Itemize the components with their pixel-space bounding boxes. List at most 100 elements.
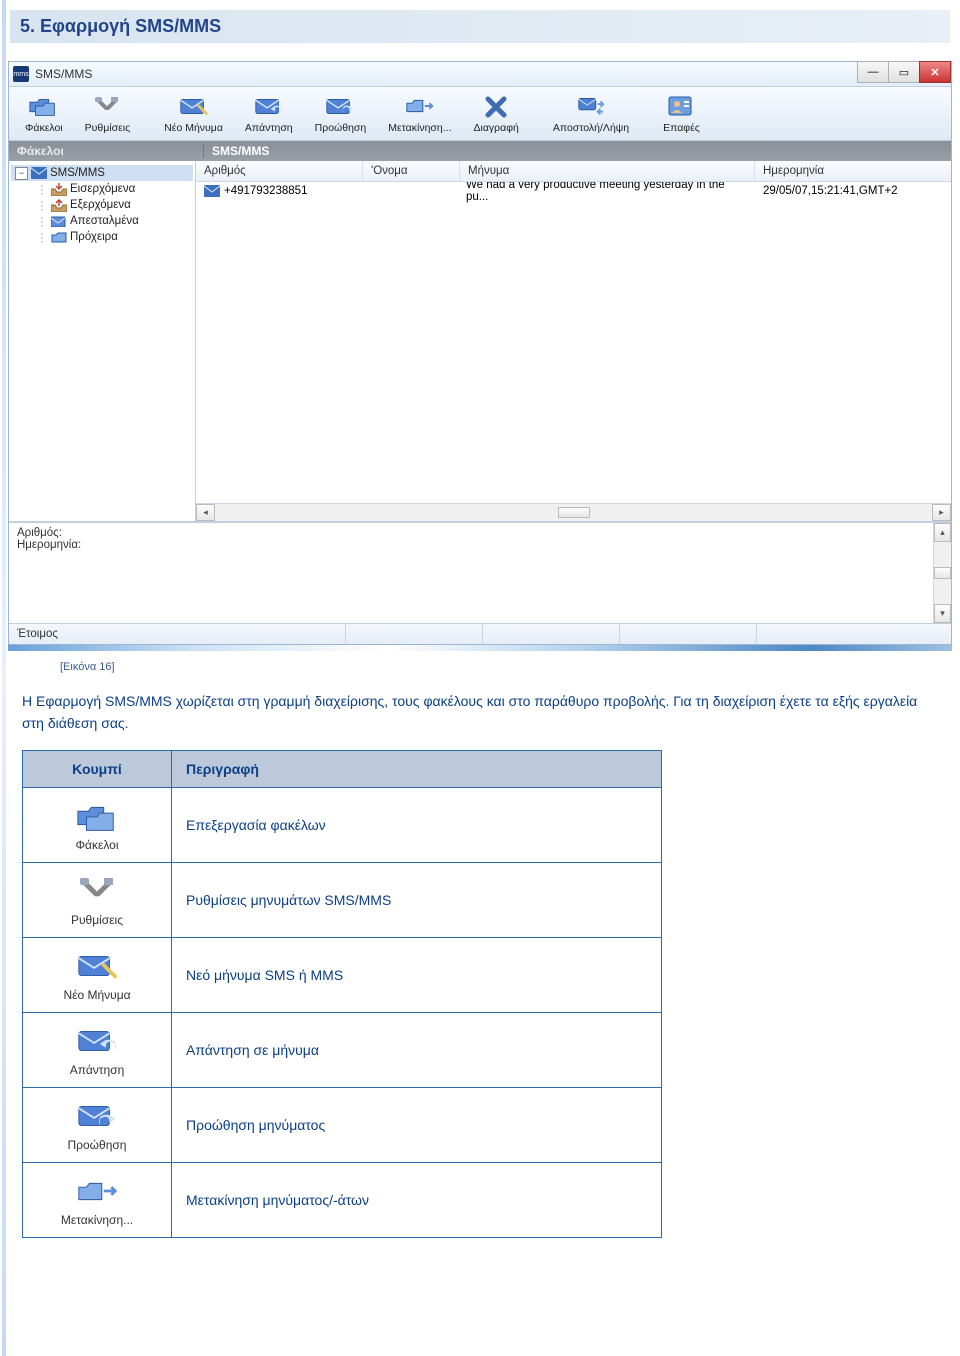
tree-label: Πρόχειρα [70,231,118,243]
tree-folder-drafts[interactable]: ⋮ Πρόχειρα [11,229,193,245]
cell-number: +491793238851 [224,185,307,197]
column-date[interactable]: Ημερομηνία [755,161,951,181]
toolbar-label: Νέο Μήνυμα [164,122,223,134]
toolbar-label: Απάντηση [245,122,293,134]
tree-label: SMS/MMS [50,167,105,179]
move-icon [75,1173,119,1209]
icon-caption: Απάντηση [70,1063,125,1077]
cell-date: 29/05/07,15:21:41,GMT+2 [755,185,951,197]
panel-header: Φάκελοι SMS/MMS [9,141,951,161]
send-receive-button[interactable]: Αποστολή/Λήψη [543,91,639,136]
outbox-icon [51,198,67,212]
reply-button[interactable]: Απάντηση [235,91,303,136]
new-message-button[interactable]: Νέο Μήνυμα [154,91,233,136]
toolbar-label: Ρυθμίσεις [85,122,131,134]
scroll-track[interactable] [215,505,932,520]
new-message-icon [178,93,210,119]
move-button[interactable]: Μετακίνηση... [378,91,461,136]
status-segment [757,624,951,644]
column-number[interactable]: Αριθμός [196,161,363,181]
move-icon [404,93,436,119]
table-row: Απάντηση Απάντηση σε μήνυμα [23,1013,662,1088]
table-row: Νέο Μήνυμα Νεό μήνυμα SMS ή MMS [23,938,662,1013]
table-desc: Απάντηση σε μήνυμα [172,1013,662,1088]
scroll-right-icon[interactable]: ▸ [932,504,951,521]
contacts-icon [665,93,697,119]
settings-icon [75,873,119,909]
table-row: Μετακίνηση... Μετακίνηση μηνύματος/-άτων [23,1163,662,1238]
status-bar: Έτοιμος [9,623,951,644]
message-rows: +491793238851 We had a very productive m… [196,182,951,503]
forward-button[interactable]: Προώθηση [305,91,377,136]
horizontal-scrollbar[interactable]: ◂ ▸ [196,503,951,521]
window-title: SMS/MMS [35,67,92,81]
close-button[interactable]: ✕ [919,61,951,83]
scroll-left-icon[interactable]: ◂ [196,504,215,521]
minimize-button[interactable]: — [857,61,889,83]
table-desc: Μετακίνηση μηνύματος/-άτων [172,1163,662,1238]
app-icon: mms [13,66,29,82]
message-row[interactable]: +491793238851 We had a very productive m… [196,182,951,200]
detail-number-label: Αριθμός: [17,527,943,539]
message-icon [204,184,220,198]
sidebar-title: Φάκελοι [9,144,204,158]
scroll-up-icon[interactable]: ▴ [934,523,951,542]
column-headers: Αριθμός 'Ονομα Μήνυμα Ημερομηνία [196,161,951,182]
contacts-button[interactable]: Επαφές [653,91,710,136]
tree-folder-inbox[interactable]: ⋮ Εισερχόμενα [11,181,193,197]
icon-caption: Ρυθμίσεις [71,913,123,927]
settings-icon [91,93,123,119]
forward-icon [324,93,356,119]
tree-label: Εξερχόμενα [70,199,131,211]
status-segment [483,624,620,644]
reply-icon [253,93,285,119]
section-title: 5. Εφαρμογή SMS/MMS [10,10,950,43]
status-segment [620,624,757,644]
send-receive-icon [575,93,607,119]
table-header-desc: Περιγραφή [172,751,662,788]
decorative-gradient [8,645,952,651]
folders-icon [75,798,119,834]
vertical-scrollbar[interactable]: ▴ ▾ [933,523,951,623]
delete-button[interactable]: Διαγραφή [464,91,529,136]
toolbar-label: Φάκελοι [25,122,63,134]
detail-pane: Αριθμός: Ημερομηνία: ▴ ▾ [9,522,951,623]
tree-folder-sent[interactable]: ⋮ Απεσταλμένα [11,213,193,229]
folders-icon [28,93,60,119]
tree-folder-outbox[interactable]: ⋮ Εξερχόμενα [11,197,193,213]
body-paragraph: Η Εφαρμογή SMS/MMS χωρίζεται στη γραμμή … [22,691,938,734]
forward-icon [75,1098,119,1134]
folder-tree: − SMS/MMS ⋮ Εισερχόμενα ⋮ [9,161,196,521]
table-desc: Επεξεργασία φακέλων [172,788,662,863]
icon-caption: Προώθηση [68,1138,127,1152]
icon-caption: Μετακίνηση... [61,1213,133,1227]
table-header-button: Κουμπί [23,751,172,788]
content-title: SMS/MMS [204,144,269,158]
tree-label: Εισερχόμενα [70,183,135,195]
decorative-left-edge [2,0,6,1356]
toolbar-label: Αποστολή/Λήψη [553,122,629,134]
envelope-icon [31,166,47,180]
table-desc: Προώθηση μηνύματος [172,1088,662,1163]
folders-button[interactable]: Φάκελοι [15,91,73,136]
message-list-pane: Αριθμός 'Ονομα Μήνυμα Ημερομηνία +491793… [196,161,951,521]
tree-root-smsmms[interactable]: − SMS/MMS [11,165,193,181]
table-desc: Ρυθμίσεις μηνυμάτων SMS/MMS [172,863,662,938]
scroll-thumb[interactable] [934,567,951,579]
scroll-down-icon[interactable]: ▾ [934,604,951,623]
cell-message: We had a very productive meeting yesterd… [458,182,755,203]
column-message[interactable]: Μήνυμα [460,161,755,181]
toolbar: Φάκελοι Ρυθμίσεις Νέο Μήνυμα Απάντηση [9,87,951,141]
column-name[interactable]: 'Ονομα [363,161,460,181]
maximize-button[interactable]: ▭ [888,61,920,83]
settings-button[interactable]: Ρυθμίσεις [75,91,141,136]
tree-label: Απεσταλμένα [70,215,139,227]
drafts-icon [51,230,67,244]
window-titlebar: mms SMS/MMS — ▭ ✕ [9,62,951,87]
window-controls: — ▭ ✕ [858,61,951,83]
expander-icon[interactable]: − [15,167,28,180]
table-row: Φάκελοι Επεξεργασία φακέλων [23,788,662,863]
toolbar-label: Προώθηση [315,122,367,134]
toolbar-label: Διαγραφή [474,122,519,134]
table-row: Ρυθμίσεις Ρυθμίσεις μηνυμάτων SMS/MMS [23,863,662,938]
